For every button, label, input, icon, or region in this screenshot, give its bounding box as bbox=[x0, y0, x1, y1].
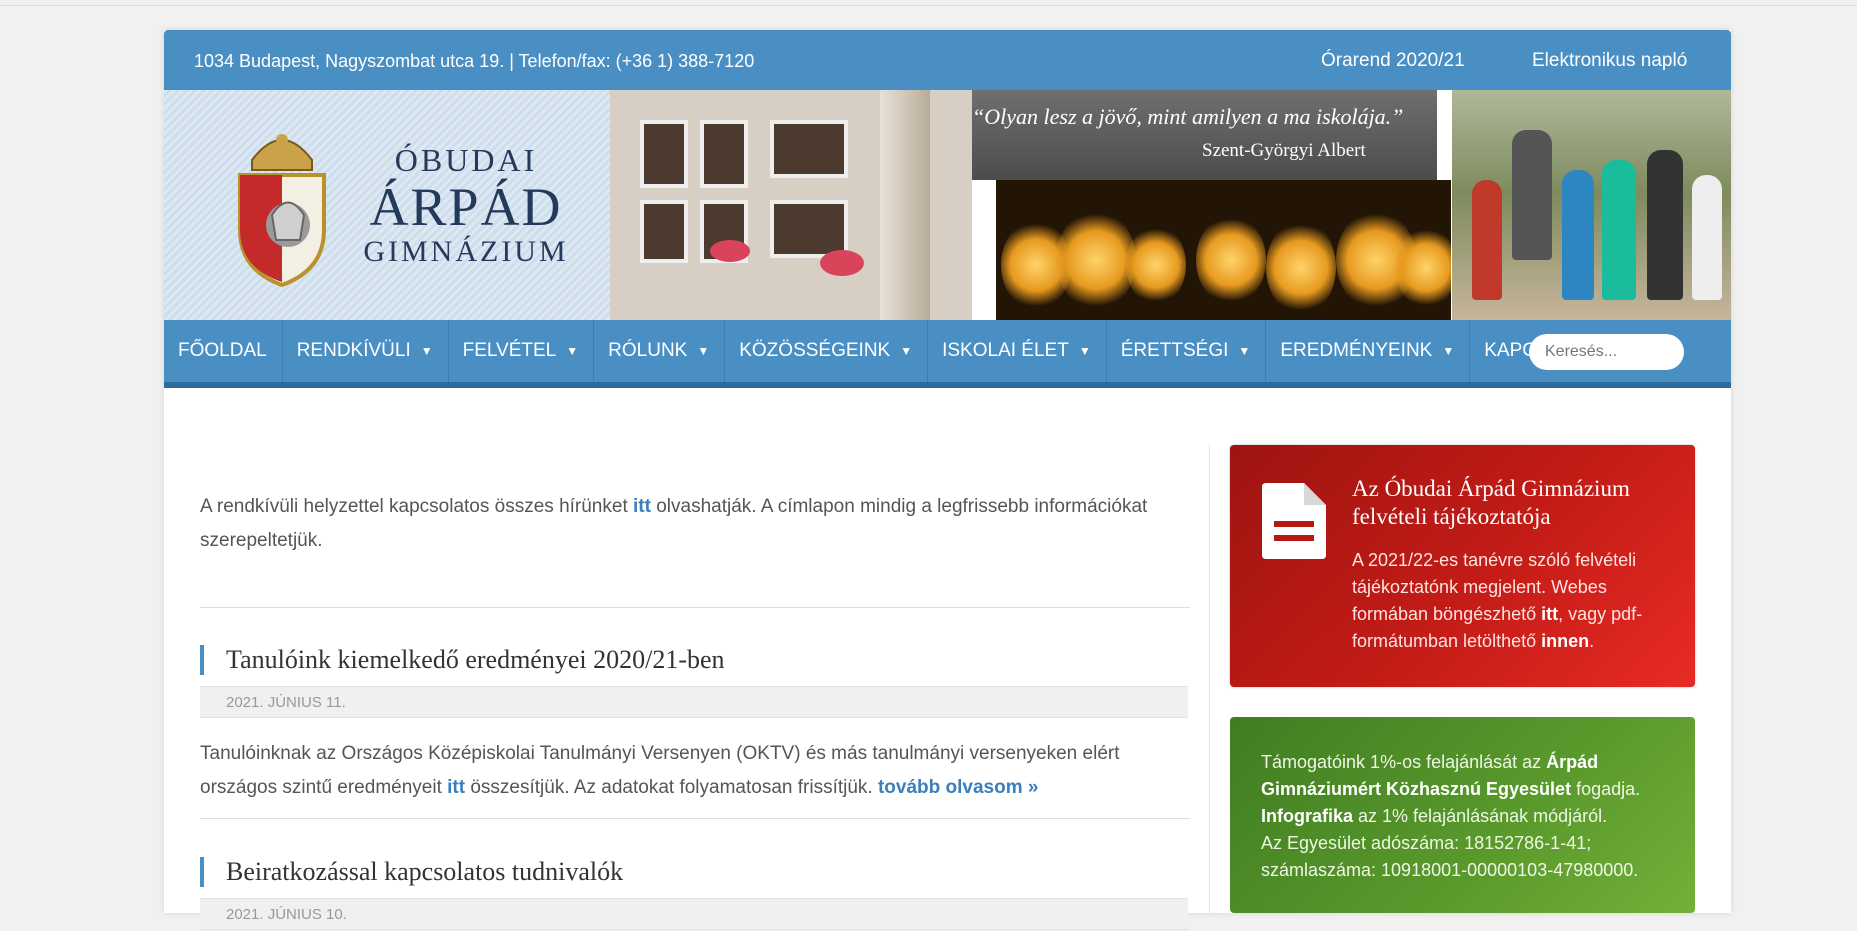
support-info-box: Támogatóink 1%-os felajánlását az Árpád … bbox=[1230, 717, 1695, 913]
nav-item-iskolai-elet[interactable]: ISKOLAI ÉLET ▼ bbox=[928, 320, 1107, 382]
caret-down-icon: ▼ bbox=[420, 344, 433, 358]
night-event-photo bbox=[996, 180, 1451, 320]
intro-paragraph: A rendkívüli helyzettel kapcsolatos össz… bbox=[200, 490, 1190, 558]
caret-down-icon: ▼ bbox=[1442, 344, 1455, 358]
header-banner: Óbudai Árpád Gimnázium “Olyan lesz a jöv… bbox=[164, 90, 1731, 320]
infographic-link[interactable]: Infografika bbox=[1261, 806, 1353, 826]
nav-item-kozossegeink[interactable]: KÖZÖSSÉGEINK ▼ bbox=[725, 320, 929, 382]
students-photo bbox=[1452, 90, 1731, 320]
nav-label: KÖZÖSSÉGEINK bbox=[739, 340, 891, 361]
page-container: 1034 Budapest, Nagyszombat utca 19. | Te… bbox=[164, 30, 1731, 930]
support-text: az 1% felajánlásának módjáról. bbox=[1353, 806, 1608, 826]
logo-line-obudai: Óbudai bbox=[394, 142, 538, 178]
support-text: fogadja. bbox=[1571, 779, 1641, 799]
electronic-diary-link[interactable]: Elektronikus napló bbox=[1532, 50, 1687, 72]
nav-label: ÉRETTSÉGI bbox=[1120, 340, 1229, 361]
sidebar-divider bbox=[1209, 445, 1210, 913]
caret-down-icon: ▼ bbox=[697, 344, 710, 358]
caret-down-icon: ▼ bbox=[1078, 344, 1091, 358]
nav-item-felvetel[interactable]: FELVÉTEL ▼ bbox=[449, 320, 595, 382]
nav-item-rendkivuli[interactable]: RENDKÍVÜLI ▼ bbox=[283, 320, 449, 382]
caret-down-icon: ▼ bbox=[566, 344, 579, 358]
account-number: számlaszáma: 10918001-00000103-47980000. bbox=[1261, 860, 1639, 880]
admission-text: . bbox=[1589, 631, 1595, 651]
nav-item-rolunk[interactable]: RÓLUNK ▼ bbox=[594, 320, 726, 382]
post-excerpt: Tanulóinknak az Országos Középiskolai Ta… bbox=[200, 737, 1190, 805]
read-more-link[interactable]: tovább olvasom » bbox=[878, 777, 1039, 798]
logo-link[interactable]: Óbudai Árpád Gimnázium bbox=[164, 90, 610, 320]
tax-number: Az Egyesület adószáma: 18152786-1-41; bbox=[1261, 833, 1592, 853]
main-navigation: FŐOLDAL RENDKÍVÜLI ▼ FELVÉTEL ▼ RÓLUNK ▼ KÖ… bbox=[164, 320, 1731, 388]
school-name-logo: Óbudai Árpád Gimnázium bbox=[356, 142, 576, 269]
top-bar: 1034 Budapest, Nagyszombat utca 19. | Te… bbox=[164, 30, 1731, 90]
quote-text: “Olyan lesz a jövő, mint amilyen a ma is… bbox=[972, 104, 1404, 129]
quote-panel: “Olyan lesz a jövő, mint amilyen a ma is… bbox=[972, 90, 1437, 180]
post-title-link[interactable]: Beiratkozással kapcsolatos tudnivalók bbox=[200, 857, 1190, 887]
nav-label: RENDKÍVÜLI bbox=[296, 340, 411, 361]
post-date: 2021. JÚNIUS 11. bbox=[200, 686, 1188, 718]
search-input[interactable] bbox=[1529, 334, 1684, 370]
post-text: összesítjük. Az adatokat folyamatosan fr… bbox=[465, 777, 878, 798]
quote-author: Szent-Györgyi Albert bbox=[1202, 140, 1366, 161]
caret-down-icon: ▼ bbox=[900, 344, 913, 358]
divider bbox=[200, 818, 1190, 819]
post-date: 2021. JÚNIUS 10. bbox=[200, 898, 1188, 930]
support-box-text: Támogatóink 1%-os felajánlását az Árpád … bbox=[1261, 749, 1681, 884]
nav-item-fooldal[interactable]: FŐOLDAL bbox=[164, 320, 283, 382]
post-title-link[interactable]: Tanulóink kiemelkedő eredményei 2020/21-… bbox=[200, 645, 1190, 675]
nav-label: FELVÉTEL bbox=[462, 340, 557, 361]
caret-down-icon: ▼ bbox=[1238, 344, 1251, 358]
nav-label: EREDMÉNYEINK bbox=[1280, 340, 1433, 361]
nav-label: FŐOLDAL bbox=[178, 340, 267, 361]
support-text: Támogatóink 1%-os felajánlását az bbox=[1261, 752, 1547, 772]
timetable-link[interactable]: Órarend 2020/21 bbox=[1321, 50, 1465, 72]
document-icon bbox=[1262, 483, 1326, 559]
admission-info-box: Az Óbudai Árpád Gimnázium felvételi tájé… bbox=[1230, 445, 1695, 687]
page-top-rule bbox=[0, 5, 1857, 6]
school-building-photo bbox=[610, 90, 972, 320]
nav-item-erettsegi[interactable]: ÉRETTSÉGI ▼ bbox=[1107, 320, 1267, 382]
admission-innen-link[interactable]: innen bbox=[1541, 631, 1589, 651]
intro-text: A rendkívüli helyzettel kapcsolatos össz… bbox=[200, 496, 634, 517]
school-crest-icon bbox=[238, 134, 326, 288]
nav-item-eredmenyeink[interactable]: EREDMÉNYEINK ▼ bbox=[1266, 320, 1471, 382]
admission-box-title: Az Óbudai Árpád Gimnázium felvételi tájé… bbox=[1352, 476, 1630, 529]
logo-line-gimnazium: Gimnázium bbox=[363, 235, 569, 268]
admission-box-text: A 2021/22-es tanévre szóló felvételi táj… bbox=[1352, 547, 1672, 655]
divider bbox=[200, 607, 1190, 608]
logo-line-arpad: Árpád bbox=[369, 177, 563, 237]
intro-itt-link[interactable]: itt bbox=[633, 496, 651, 517]
nav-label: ISKOLAI ÉLET bbox=[942, 340, 1069, 361]
address-text: 1034 Budapest, Nagyszombat utca 19. | Te… bbox=[194, 51, 755, 71]
admission-itt-link[interactable]: itt bbox=[1541, 604, 1558, 624]
nav-label: RÓLUNK bbox=[608, 340, 688, 361]
post-itt-link[interactable]: itt bbox=[447, 777, 465, 798]
